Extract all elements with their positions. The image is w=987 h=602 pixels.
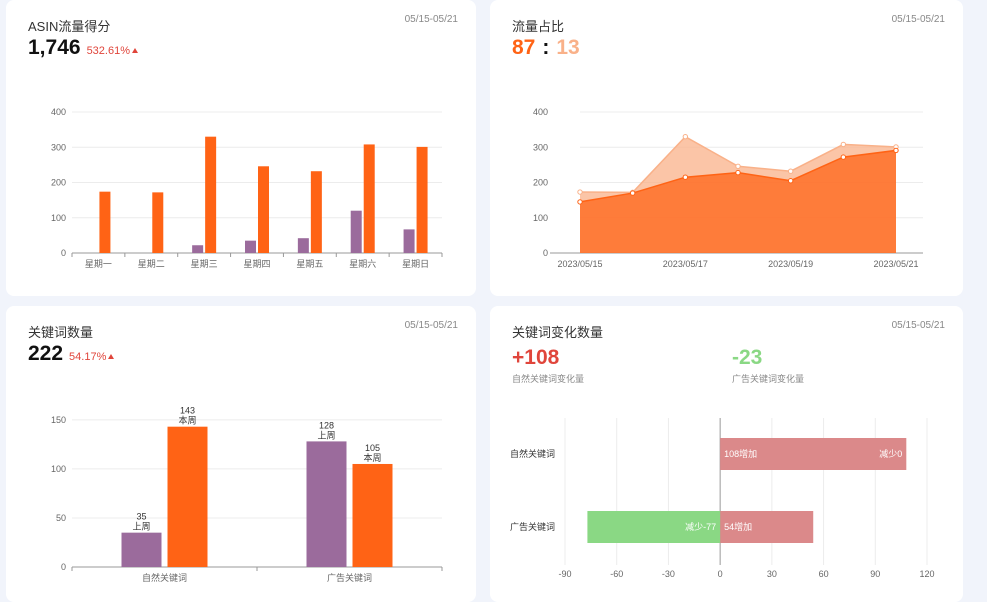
x-tick-label: 星期五 [296,259,323,269]
x-tick-label: -30 [662,569,675,579]
bar [297,238,309,253]
traffic-share-card: 流量占比 05/15-05/21 87:13 0 100 200 300 400 2023… [490,0,963,296]
series-label: 上周 [317,430,335,440]
y-tick-label: 200 [533,178,548,188]
x-tick-label: 120 [919,569,934,579]
data-label: 54增加 [724,521,752,532]
series-label: 本周 [178,415,196,426]
x-tick-label: 2023/05/21 [873,259,918,269]
x-tick-label: 星期四 [243,259,270,269]
data-point [682,174,689,180]
x-tick-label: 星期二 [138,259,165,269]
asin-weekday-bar-chart: 0 100 200 300 400 星期一 星期二 星期三 星期四 星期五 星期六 星期日 [51,107,443,269]
data-point [735,169,741,176]
y-tick-label: 0 [543,248,548,258]
keyword-change-card: 关键词变化数量 05/15-05/21 +108 自然关键词变化量 -23 广告… [490,306,963,602]
bar [121,532,162,567]
data-label: 减少0 [879,448,902,459]
data-point [787,178,794,184]
x-tick-label: -60 [610,569,623,579]
asin-score-card: ASIN流量得分 05/15-05/21 1,746 532.61% 0 100 20… [6,0,476,296]
y-tick-label: 0 [61,248,66,258]
bar [167,426,208,567]
data-point [840,141,847,148]
bar [99,191,111,253]
data-point [682,133,689,140]
y-category-label: 广告关键词 [510,521,555,532]
y-tick-label: 400 [51,107,66,117]
y-tick-label: 100 [51,464,66,474]
bar [352,463,393,567]
x-tick-label: -90 [558,569,571,579]
x-tick-label: 30 [767,569,777,579]
bar [403,229,415,253]
x-tick-label: 星期三 [191,259,218,269]
series-label: 本周 [363,452,381,463]
bar [205,136,217,253]
data-label: 128 [319,420,334,430]
data-point [840,154,847,160]
data-label: 108增加 [724,448,757,459]
bar [310,171,322,253]
data-point [577,199,583,205]
x-tick-label: 2023/05/15 [557,259,602,269]
keyword-count-card: 关键词数量 05/15-05/21 222 54.17% 0 50 100 150 35 上… [6,306,476,602]
data-label: 105 [365,443,380,453]
x-tick-label: 0 [718,569,723,579]
y-tick-label: 300 [533,142,548,152]
bar [192,245,204,253]
x-tick-label: 星期一 [85,259,112,269]
x-tick-label: 90 [870,569,880,579]
data-point [629,190,636,196]
keyword-count-bar-chart: 05010015035上周143本周自然关键词128上周105本周广告关键词 [51,406,443,583]
data-point [735,163,741,169]
y-tick-label: 100 [51,213,66,223]
series-label: 上周 [132,522,150,532]
y-tick-label: 0 [61,562,66,572]
data-point [577,189,583,195]
bar [363,144,375,253]
data-label: 减少-77 [685,521,716,532]
y-tick-label: 50 [56,513,66,523]
data-point [893,147,899,154]
data-label: 35 [136,512,146,522]
y-tick-label: 200 [51,178,66,188]
traffic-area-chart: 0 100 200 300 400 2023/05/15 2023/05/17 2023/05… [533,107,923,269]
x-tick-label: 星期日 [402,259,429,269]
y-tick-label: 100 [533,213,548,223]
bar [245,240,256,253]
x-tick-label: 广告关键词 [327,572,372,583]
data-label: 143 [180,406,195,416]
bar [306,441,347,567]
y-tick-label: 300 [51,142,66,152]
y-tick-label: 400 [533,107,548,117]
data-point [787,168,794,174]
x-tick-label: 星期六 [349,258,376,269]
bar [350,210,362,253]
bar [258,166,269,253]
x-tick-label: 自然关键词 [142,572,187,583]
x-tick-label: 2023/05/19 [768,259,813,269]
bar [416,146,428,253]
x-tick-label: 2023/05/17 [663,259,708,269]
y-tick-label: 150 [51,415,66,425]
bar [152,192,164,253]
keyword-change-bar-chart: -90 -60 -30 0 30 60 90 120 自然关键词 108增加 减少0 广告关键词 54增… [510,418,935,579]
x-tick-label: 60 [819,569,829,579]
y-category-label: 自然关键词 [510,448,555,459]
